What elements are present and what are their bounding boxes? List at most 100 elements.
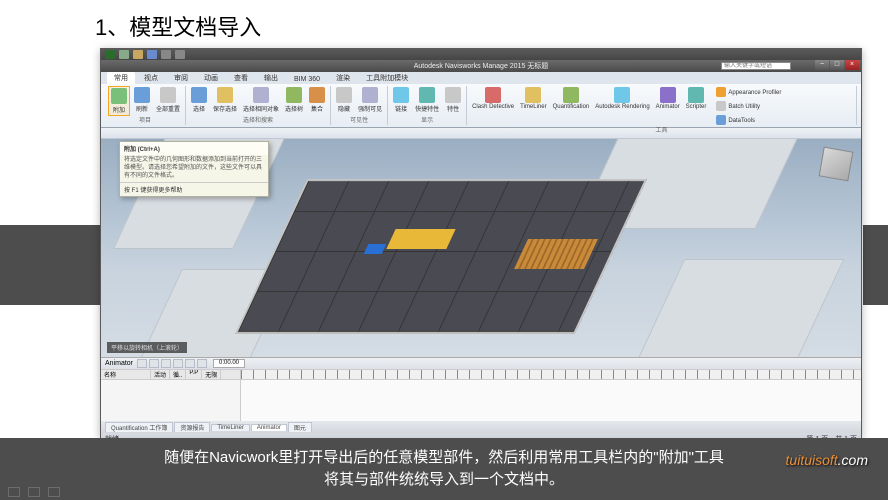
ribbon-tab-viewpoint[interactable]: 视点 (137, 72, 165, 84)
sel-same-label: 选择相同对象 (243, 104, 279, 113)
ribbon-tab-animation[interactable]: 动画 (197, 72, 225, 84)
ribbon-group-select: 选择 保存选择 选择相同对象 选择树 集合 选择和搜索 (186, 86, 331, 125)
animator-title: Animator (105, 360, 133, 367)
anim-stepfwd-button[interactable] (185, 359, 195, 368)
anim-stop-button[interactable] (173, 359, 183, 368)
appearance-profiler-button[interactable]: Appearance Profiler (714, 86, 783, 99)
refresh-button[interactable]: 刷新 (132, 86, 152, 114)
quick-props-label: 快捷特性 (415, 104, 439, 113)
ribbon-group-display: 链接 快捷特性 特性 显示 (388, 86, 467, 125)
datatools-button[interactable]: DataTools (714, 114, 783, 127)
animator-tree-header: 名称 活动 循.. P.P 无限 (101, 370, 240, 380)
viewport-hint: 平移以旋转相机（上滚轮） (107, 342, 187, 353)
animator-tree[interactable]: 名称 活动 循.. P.P 无限 (101, 370, 241, 421)
sel-same-icon (253, 87, 269, 103)
hide-icon (336, 87, 352, 103)
minimize-button[interactable]: − (815, 60, 829, 70)
tab-quantification[interactable]: Quantification 工作簿 (105, 422, 173, 432)
maximize-button[interactable]: □ (830, 60, 844, 70)
render-label: Autodesk Rendering (595, 104, 649, 110)
qat-undo-icon[interactable] (161, 50, 171, 59)
appearance-label: Appearance Profiler (728, 90, 781, 96)
batch-icon (716, 101, 726, 111)
help-search-input[interactable] (721, 62, 791, 70)
quick-props-button[interactable]: 快捷特性 (413, 86, 441, 114)
properties-icon (445, 87, 461, 103)
anim-forward-button[interactable] (197, 359, 207, 368)
player-cursor-icon[interactable] (28, 487, 40, 497)
slide-gray-left (0, 225, 100, 305)
qat-open-icon[interactable] (133, 50, 143, 59)
close-button[interactable]: × (845, 60, 859, 70)
clash-icon (485, 87, 501, 103)
append-button[interactable]: 附加 (108, 86, 130, 116)
player-pen-icon[interactable] (8, 487, 20, 497)
sets-label: 集合 (311, 104, 323, 113)
app-menu-icon[interactable] (105, 50, 115, 59)
animator-panel: Animator 0:00.00 名称 活动 循.. P.P 无限 (101, 357, 861, 421)
batch-utility-button[interactable]: Batch Utility (714, 100, 783, 113)
quick-access-toolbar (101, 49, 861, 60)
anim-play-button[interactable] (161, 359, 171, 368)
hide-button[interactable]: 隐藏 (334, 86, 354, 114)
sel-tree-label: 选择树 (285, 104, 303, 113)
sets-button[interactable]: 集合 (307, 86, 327, 114)
animator-timeline[interactable] (241, 370, 861, 421)
selection-tree-button[interactable]: 选择树 (283, 86, 305, 114)
reset-all-button[interactable]: 全部重置 (154, 86, 182, 114)
ribbon-tab-home[interactable]: 常用 (107, 72, 135, 84)
col-infinite: 无限 (202, 370, 221, 379)
slide-gray-right (863, 225, 888, 305)
ribbon-group-visibility: 隐藏 强制可见 可见性 (331, 86, 388, 125)
links-label: 链接 (395, 104, 407, 113)
tab-animator[interactable]: Animator (251, 424, 287, 431)
autodesk-render-button[interactable]: Autodesk Rendering (593, 86, 651, 111)
require-button[interactable]: 强制可见 (356, 86, 384, 114)
links-button[interactable]: 链接 (391, 86, 411, 114)
animator-header: Animator 0:00.00 (101, 358, 861, 370)
view-cube[interactable] (819, 147, 854, 182)
tab-timeliner[interactable]: TimeLiner (211, 424, 249, 431)
qat-save-icon[interactable] (147, 50, 157, 59)
tab-primitives[interactable]: 图元 (288, 422, 312, 432)
properties-label: 特性 (447, 104, 459, 113)
clash-detective-button[interactable]: Clash Detective (470, 86, 516, 111)
select-same-button[interactable]: 选择相同对象 (241, 86, 281, 114)
watermark-brand: tuituisoft (786, 452, 838, 468)
qat-new-icon[interactable] (119, 50, 129, 59)
scripter-button[interactable]: Scripter (684, 86, 709, 111)
ribbon-tab-review[interactable]: 审阅 (167, 72, 195, 84)
ribbon-tab-output[interactable]: 输出 (257, 72, 285, 84)
ribbon-tab-view[interactable]: 查看 (227, 72, 255, 84)
slide-heading: 1、模型文档导入 (95, 10, 261, 42)
save-sel-icon (217, 87, 233, 103)
scripter-label: Scripter (686, 104, 707, 110)
ribbon-group-project: 附加 刷新 全部重置 项目 (105, 86, 186, 125)
anim-rewind-button[interactable] (137, 359, 147, 368)
animator-time-display[interactable]: 0:00.00 (213, 359, 245, 368)
quick-props-icon (419, 87, 435, 103)
viewport[interactable]: 附加 (Ctrl+A) 将选定文件中的几何图形和数据添加到当前打开的三维模型。请… (101, 139, 861, 357)
player-menu-icon[interactable] (48, 487, 60, 497)
timeline-ruler (241, 370, 861, 380)
app-window: Autodesk Navisworks Manage 2015 无标题 − □ … (100, 48, 862, 438)
append-icon (111, 88, 127, 104)
properties-button[interactable]: 特性 (443, 86, 463, 114)
quant-icon (563, 87, 579, 103)
caption-line2: 将其与部件统统导入到一个文档中。 (164, 469, 724, 492)
animator-icon (660, 87, 676, 103)
ribbon-tab-render[interactable]: 渲染 (329, 72, 357, 84)
select-button[interactable]: 选择 (189, 86, 209, 114)
watermark-tld: .com (838, 452, 868, 468)
quantification-button[interactable]: Quantification (551, 86, 592, 111)
tab-resource-report[interactable]: 资源报告 (174, 422, 210, 432)
anim-stepback-button[interactable] (149, 359, 159, 368)
qat-redo-icon[interactable] (175, 50, 185, 59)
animator-button[interactable]: Animator (654, 86, 682, 111)
ribbon-tab-bim360[interactable]: BIM 360 (287, 75, 327, 84)
caption-bar: 随便在Navicwork里打开导出后的任意模型部件，然后利用常用工具栏内的"附加… (0, 438, 888, 500)
save-selection-button[interactable]: 保存选择 (211, 86, 239, 114)
tooltip-footer: 按 F1 键获得更多帮助 (120, 182, 268, 196)
ribbon-tab-addins[interactable]: 工具附加模块 (359, 72, 415, 84)
timeliner-button[interactable]: TimeLiner (518, 86, 548, 111)
